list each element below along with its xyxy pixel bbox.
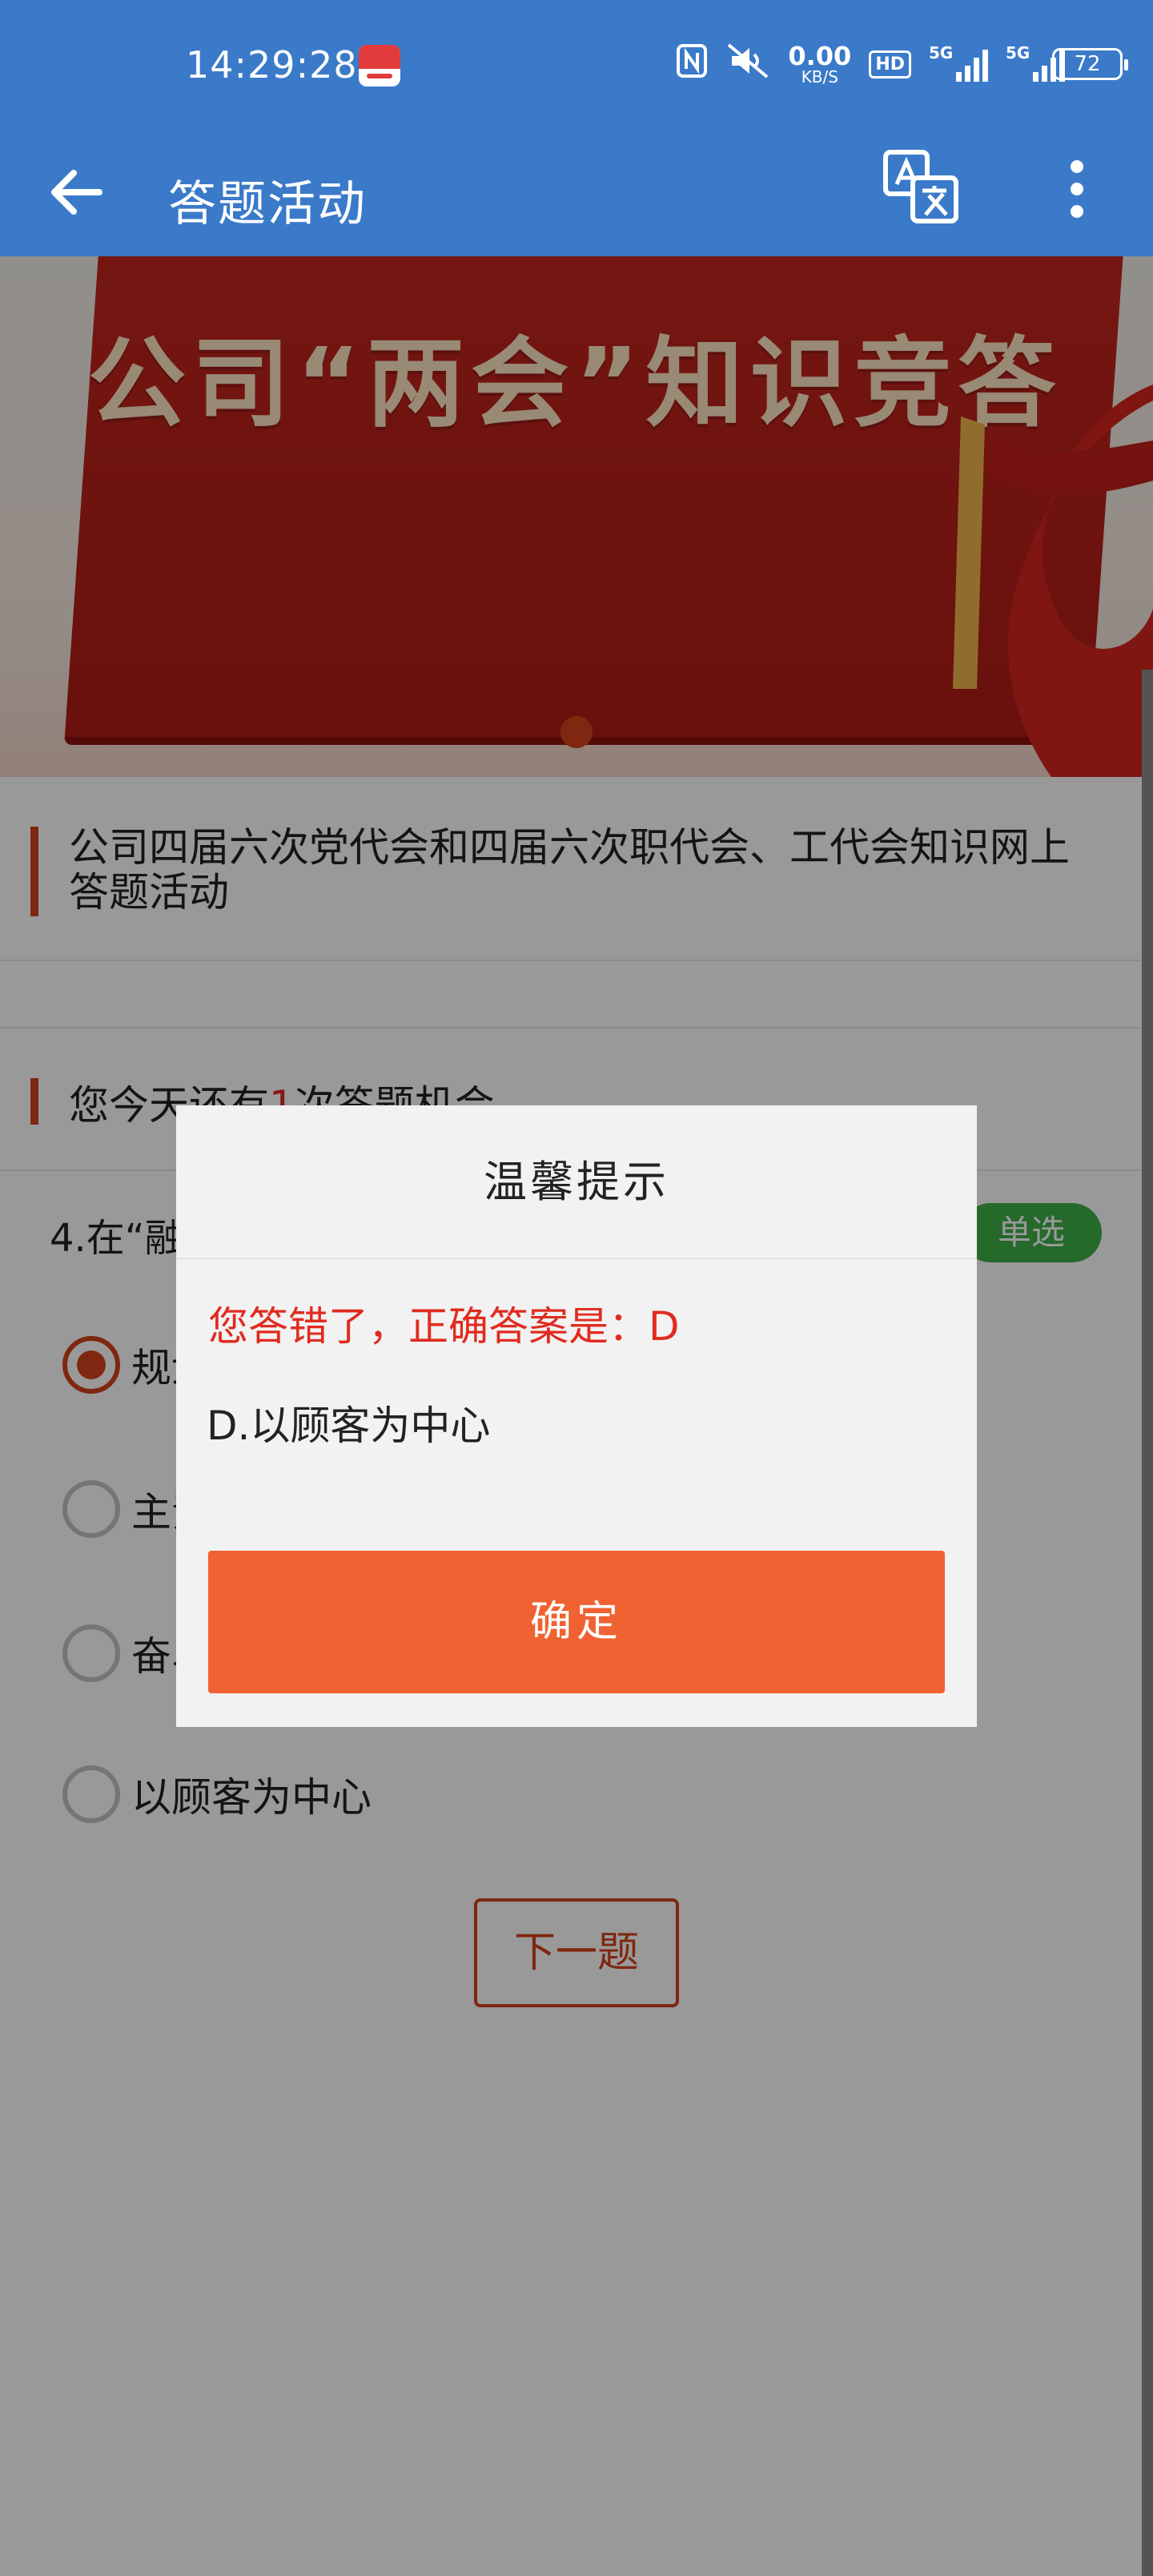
dialog-title: 温馨提示 <box>176 1105 977 1259</box>
status-icons: 0.00 KB/S HD 5G 5G <box>676 40 1065 88</box>
status-bar: 14:29:28 0.00 KB/S HD 5G 5G 72 <box>0 0 1153 128</box>
dialog-error-message: 您答错了，正确答案是：D <box>208 1303 680 1350</box>
signal-icon-1: 5G <box>929 43 988 82</box>
dialog-correct-answer: D.以顾客为中心 <box>207 1403 491 1449</box>
hd-icon: HD <box>869 50 911 78</box>
status-time: 14:29:28 <box>186 43 358 87</box>
alert-dialog: 温馨提示 您答错了，正确答案是：D D.以顾客为中心 确定 <box>176 1105 977 1727</box>
confirm-button[interactable]: 确定 <box>208 1551 945 1693</box>
back-arrow-icon[interactable] <box>42 157 112 227</box>
network-speed: 0.00 KB/S <box>788 41 852 87</box>
app-bar: 答题活动 <box>0 128 1153 256</box>
more-options-icon[interactable] <box>1057 149 1097 229</box>
mute-icon <box>725 42 770 87</box>
battery-icon: 72 <box>1052 48 1128 80</box>
app-notification-icon <box>359 45 400 87</box>
page-title: 答题活动 <box>168 176 367 232</box>
nfc-icon <box>676 43 708 86</box>
translate-icon[interactable] <box>881 146 961 226</box>
